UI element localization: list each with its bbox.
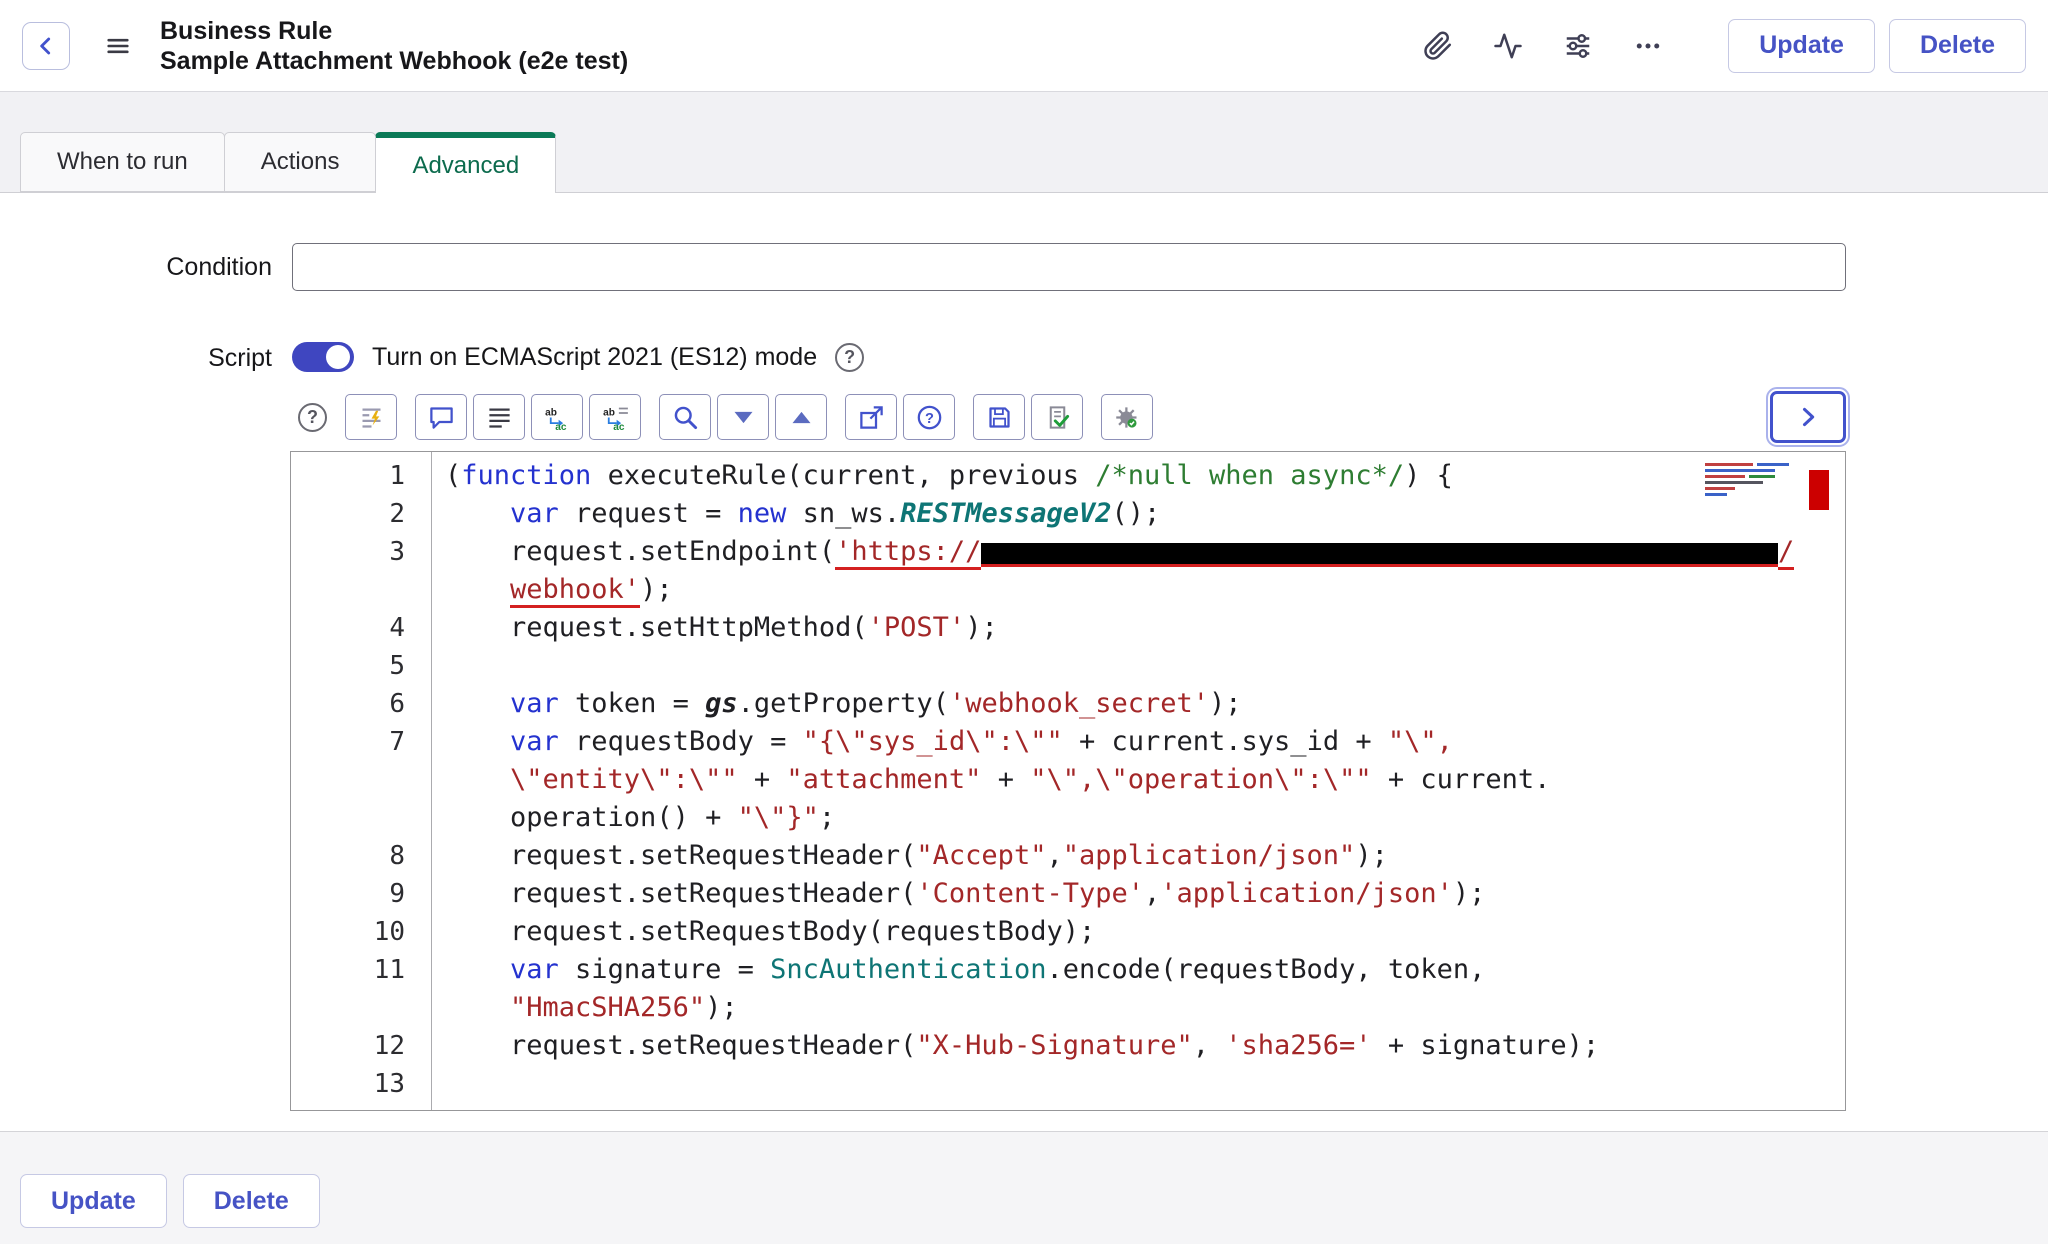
replace-button[interactable]: ab ac: [531, 394, 583, 440]
minimap: [1703, 460, 1833, 524]
editor-help-icon[interactable]: ?: [298, 403, 327, 432]
update-button[interactable]: Update: [1728, 19, 1875, 73]
script-label: Script: [0, 344, 272, 373]
code-line: var token = gs.getProperty('webhook_secr…: [445, 685, 1845, 723]
record-type-label: Business Rule: [160, 16, 628, 46]
delete-button[interactable]: Delete: [1889, 19, 2026, 73]
code-line: [445, 1065, 1845, 1103]
svg-text:ab: ab: [545, 407, 557, 418]
code-line: request.setRequestBody(requestBody);: [445, 913, 1845, 951]
help-button[interactable]: ?: [903, 394, 955, 440]
chevron-left-icon: [33, 33, 59, 59]
footer: Update Delete: [0, 1132, 2048, 1244]
svg-text:ac: ac: [613, 421, 625, 430]
condition-label: Condition: [0, 253, 272, 282]
context-menu-button[interactable]: [104, 32, 132, 60]
debug-button[interactable]: [1101, 394, 1153, 440]
code-line: var requestBody = "{\"sys_id\":\"" + cur…: [445, 723, 1845, 761]
code-line: var request = new sn_ws.RESTMessageV2();: [445, 495, 1845, 533]
line-number: 13: [291, 1065, 431, 1103]
code-line: [445, 647, 1845, 685]
line-number: 4: [291, 609, 431, 647]
code-line: (function executeRule(current, previous …: [445, 457, 1845, 495]
editor-toolbar: ? ab ac ab ac?: [298, 393, 1153, 441]
code-line: \"entity\":\"" + "attachment" + "\",\"op…: [445, 761, 1845, 799]
record-name: Sample Attachment Webhook (e2e test): [160, 46, 628, 76]
advanced-tab-panel: Condition Script Turn on ECMAScript 2021…: [0, 192, 2048, 1132]
footer-delete-button[interactable]: Delete: [183, 1174, 320, 1228]
footer-update-button[interactable]: Update: [20, 1174, 167, 1228]
es-mode-label: Turn on ECMAScript 2021 (ES12) mode: [372, 343, 817, 372]
line-number: 6: [291, 685, 431, 723]
line-number: 11: [291, 951, 431, 1027]
tab-actions[interactable]: Actions: [224, 132, 377, 192]
code-line: request.setEndpoint('https:///: [445, 533, 1845, 571]
code-line: operation() + "\"}";: [445, 799, 1845, 837]
activity-icon[interactable]: [1492, 30, 1524, 62]
es-mode-toggle[interactable]: [292, 342, 354, 372]
syntax-check-button[interactable]: [1031, 394, 1083, 440]
code-line: var signature = SncAuthentication.encode…: [445, 951, 1845, 989]
line-number: 3: [291, 533, 431, 609]
save-button[interactable]: [973, 394, 1025, 440]
editor-toolbar-groups: ab ac ab ac?: [345, 394, 1153, 440]
replace-all-button[interactable]: ab ac: [589, 394, 641, 440]
tab-when-to-run[interactable]: When to run: [20, 132, 225, 192]
line-number: 2: [291, 495, 431, 533]
line-number: 12: [291, 1027, 431, 1065]
code-line: request.setHttpMethod('POST');: [445, 609, 1845, 647]
chevron-right-icon: [1794, 403, 1822, 431]
svg-text:ab: ab: [603, 407, 615, 418]
line-number: 8: [291, 837, 431, 875]
line-number: 10: [291, 913, 431, 951]
code-line: "HmacSHA256");: [445, 989, 1845, 1027]
code-lines: 1 (function executeRule(current, previous…: [291, 457, 1845, 1103]
tab-bar: When to runActionsAdvanced: [20, 132, 555, 193]
es-mode-help-icon[interactable]: ?: [835, 343, 864, 372]
line-number: 5: [291, 647, 431, 685]
search-button[interactable]: [659, 394, 711, 440]
header: Business Rule Sample Attachment Webhook …: [0, 0, 2048, 92]
code-editor[interactable]: 1 (function executeRule(current, previous…: [290, 451, 1846, 1111]
line-number: 1: [291, 457, 431, 495]
line-number: 9: [291, 875, 431, 913]
redacted-url: [981, 543, 1778, 567]
svg-text:ac: ac: [555, 421, 567, 430]
sliders-icon[interactable]: [1562, 30, 1594, 62]
editor-expand-button[interactable]: [1770, 391, 1846, 443]
expand-button[interactable]: [775, 394, 827, 440]
code-line: request.setRequestHeader('Content-Type',…: [445, 875, 1845, 913]
open-window-button[interactable]: [845, 394, 897, 440]
format-code-button[interactable]: [345, 394, 397, 440]
collapse-button[interactable]: [717, 394, 769, 440]
svg-text:?: ?: [925, 411, 934, 427]
code-line: request.setRequestHeader("X-Hub-Signatur…: [445, 1027, 1845, 1065]
code-line: request.setRequestHeader("Accept","appli…: [445, 837, 1845, 875]
text-lines-button[interactable]: [473, 394, 525, 440]
comment-button[interactable]: [415, 394, 467, 440]
tab-advanced[interactable]: Advanced: [375, 132, 556, 193]
more-icon[interactable]: [1632, 30, 1664, 62]
back-button[interactable]: [22, 22, 70, 70]
condition-input[interactable]: [292, 243, 1846, 291]
line-number: 7: [291, 723, 431, 837]
toggle-knob: [326, 345, 350, 369]
code-line: webhook');: [445, 571, 1845, 609]
attachment-icon[interactable]: [1422, 30, 1454, 62]
hamburger-icon: [104, 32, 132, 60]
